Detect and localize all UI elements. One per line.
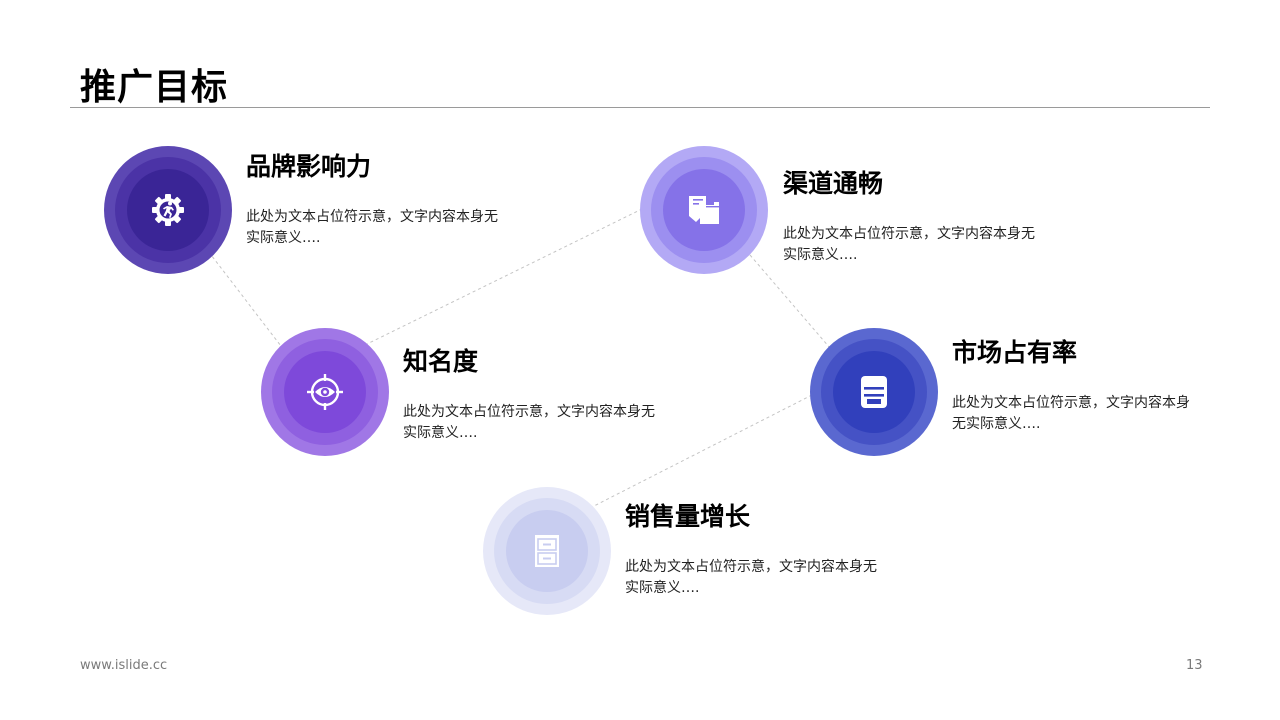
brand-influence-title: 品牌影响力 — [246, 152, 372, 181]
footer-url: www.islide.cc — [80, 658, 168, 673]
awareness-description: 此处为文本占位符示意，文字内容本身无实际意义…. — [403, 404, 655, 441]
awareness-title: 知名度 — [403, 347, 479, 376]
market-share-title: 市场占有率 — [952, 338, 1078, 367]
documents-icon — [684, 190, 724, 230]
gear-runner-icon — [148, 190, 188, 230]
channel-circle — [640, 146, 768, 274]
channel-title: 渠道通畅 — [783, 169, 884, 198]
connector-channel-market — [749, 254, 831, 349]
connector-brand-awareness — [204, 246, 285, 351]
sales-growth-description: 此处为文本占位符示意，文字内容本身无实际意义…. — [625, 559, 877, 596]
page-number: 13 — [1186, 658, 1203, 673]
sales-growth-title: 销售量增长 — [625, 502, 751, 531]
awareness-circle — [261, 328, 389, 456]
file-cabinet-icon — [527, 531, 567, 571]
connector-lines — [204, 207, 831, 508]
market-share-description: 此处为文本占位符示意，文字内容本身无实际意义…. — [952, 395, 1190, 432]
printer-icon — [854, 372, 894, 412]
brand-influence-description: 此处为文本占位符示意，文字内容本身无实际意义…. — [246, 209, 498, 246]
brand-influence-circle — [104, 146, 232, 274]
target-eye-icon — [305, 372, 345, 412]
market-share-circle — [810, 328, 938, 456]
sales-growth-circle — [483, 487, 611, 615]
channel-description: 此处为文本占位符示意，文字内容本身无实际意义…. — [783, 226, 1035, 263]
